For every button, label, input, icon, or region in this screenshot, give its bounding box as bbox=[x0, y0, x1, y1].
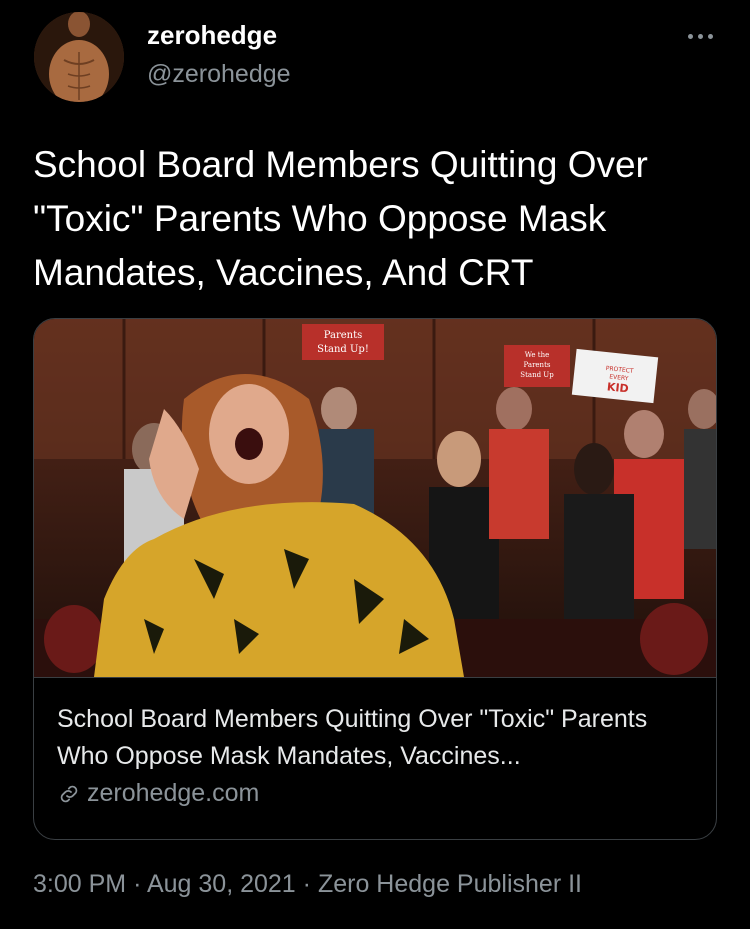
tweet-time[interactable]: 3:00 PM bbox=[33, 870, 126, 898]
card-domain: zerohedge.com bbox=[57, 779, 259, 808]
svg-text:We the: We the bbox=[525, 351, 549, 359]
author-display-name[interactable]: zerohedge bbox=[147, 20, 277, 51]
card-domain-text: zerohedge.com bbox=[87, 779, 260, 807]
avatar-image bbox=[34, 12, 124, 102]
sign-1-line-2: Stand Up! bbox=[317, 344, 369, 355]
meta-separator: · bbox=[302, 870, 311, 898]
author-handle[interactable]: @zerohedge bbox=[147, 60, 291, 89]
more-options-button[interactable] bbox=[680, 22, 720, 50]
more-horizontal-icon bbox=[687, 33, 713, 39]
tweet-date[interactable]: Aug 30, 2021 bbox=[147, 870, 296, 898]
sign-1-line-1: Parents bbox=[324, 330, 363, 341]
card-image: Parents Stand Up! We the Parents Stand U… bbox=[34, 319, 716, 677]
tweet-meta: 3:00 PM · Aug 30, 2021 · Zero Hedge Publ… bbox=[33, 870, 582, 899]
card-divider bbox=[34, 677, 716, 678]
tweet-text: School Board Members Quitting Over "Toxi… bbox=[33, 144, 648, 293]
meta-separator: · bbox=[133, 870, 142, 898]
avatar[interactable] bbox=[34, 12, 124, 102]
link-icon bbox=[60, 785, 78, 802]
svg-text:Stand Up: Stand Up bbox=[520, 371, 554, 379]
card-title: School Board Members Quitting Over "Toxi… bbox=[57, 705, 648, 770]
svg-text:KID: KID bbox=[606, 380, 629, 395]
tweet-source[interactable]: Zero Hedge Publisher II bbox=[318, 870, 582, 898]
link-card[interactable]: Parents Stand Up! We the Parents Stand U… bbox=[33, 318, 717, 840]
svg-text:Parents: Parents bbox=[524, 361, 551, 369]
